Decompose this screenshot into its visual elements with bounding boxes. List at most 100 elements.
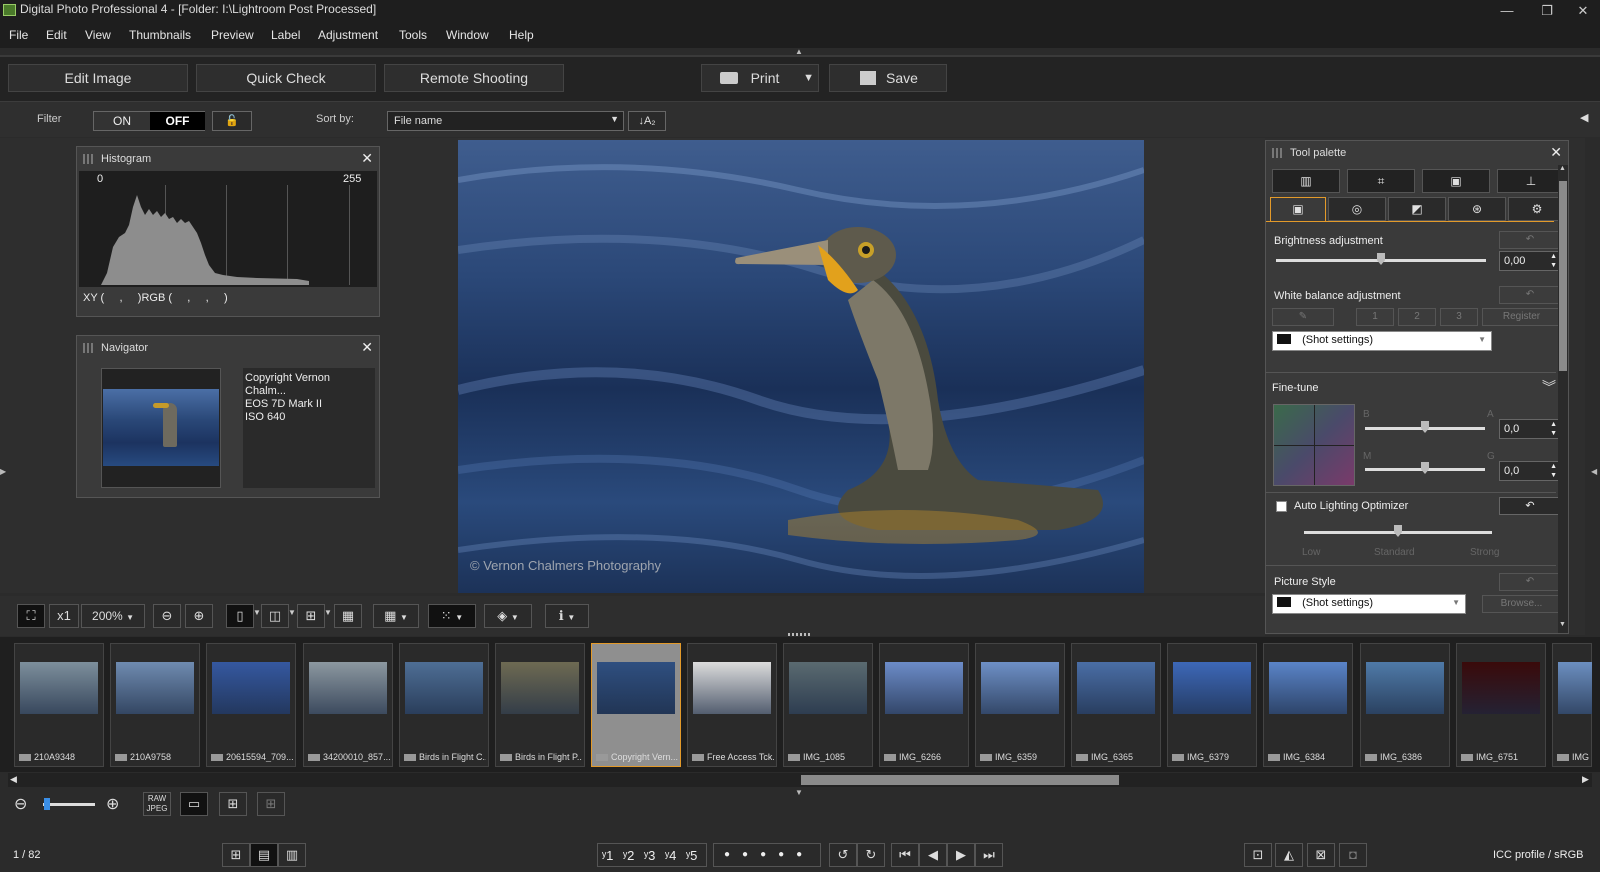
crop-icon[interactable]: ⌗: [1347, 169, 1415, 193]
menu-adjustment[interactable]: Adjustment: [318, 28, 378, 42]
alo-reset-button[interactable]: ↶: [1499, 497, 1561, 515]
spinner-icon[interactable]: ▲ ▼: [1550, 462, 1557, 480]
rotate-left-icon[interactable]: ↺: [829, 843, 857, 867]
close-icon[interactable]: ✕: [1550, 144, 1562, 161]
prev-image-icon[interactable]: ◀: [919, 843, 947, 867]
finetune-color-grid[interactable]: [1273, 404, 1355, 486]
rating-4-button[interactable]: ʸ4: [665, 848, 676, 863]
chevron-down-icon[interactable]: ▼: [803, 65, 814, 91]
collapse-bottom-icon[interactable]: ▼: [795, 788, 803, 797]
af-points-icon[interactable]: ⁙ ▼: [428, 604, 476, 628]
rating-1-button[interactable]: ʸ1: [602, 848, 613, 863]
rotate-right-icon[interactable]: ↻: [857, 843, 885, 867]
tab-color[interactable]: ⊛: [1448, 197, 1506, 221]
thumbnail-scrollbar[interactable]: ◀ ▶: [8, 773, 1592, 787]
thumbnail[interactable]: 210A9348: [14, 643, 104, 767]
wb-custom-2-button[interactable]: 2: [1398, 308, 1436, 326]
chevron-down-icon[interactable]: ▼: [253, 608, 261, 617]
menu-edit[interactable]: Edit: [46, 28, 67, 42]
picture-style-select[interactable]: (Shot settings) ▼: [1272, 594, 1466, 614]
picture-style-reset-button[interactable]: ↶: [1499, 573, 1561, 591]
thumbnail-size-knob[interactable]: [44, 798, 50, 810]
grid-overlay-icon[interactable]: ▦ ▼: [373, 604, 419, 628]
single-view-icon[interactable]: ▯: [226, 604, 254, 628]
zoom-icon[interactable]: ⊠: [1307, 843, 1335, 867]
filter-on-button[interactable]: ON: [94, 112, 150, 130]
alo-slider-knob[interactable]: [1394, 525, 1402, 537]
chevron-down-icon[interactable]: ▼: [288, 608, 296, 617]
histogram-toggle-icon[interactable]: ◭: [1275, 843, 1303, 867]
finetune-ba-field[interactable]: 0,0 ▲ ▼: [1499, 419, 1561, 439]
fit-icon[interactable]: ⊡: [1244, 843, 1272, 867]
thumbnail[interactable]: Birds in Flight C...: [399, 643, 489, 767]
scroll-down-icon[interactable]: ▼: [1559, 621, 1566, 628]
camera-icon[interactable]: ◘: [1339, 843, 1367, 867]
spinner-icon[interactable]: ▲ ▼: [1550, 420, 1557, 438]
thumbnail[interactable]: Birds in Flight P...: [495, 643, 585, 767]
finetune-ba-slider-knob[interactable]: [1421, 421, 1429, 433]
alo-checkbox[interactable]: [1276, 501, 1287, 512]
filter-off-button[interactable]: OFF: [150, 112, 205, 130]
restore-icon[interactable]: ❐: [1532, 0, 1562, 22]
menu-thumbnails[interactable]: Thumbnails: [129, 28, 191, 42]
rating-3-button[interactable]: ʸ3: [644, 848, 655, 863]
right-expand-icon[interactable]: ◀: [1591, 467, 1597, 476]
finetune-mg-slider-knob[interactable]: [1421, 462, 1429, 474]
scroll-left-icon[interactable]: ◀: [10, 774, 17, 785]
stamp-icon[interactable]: ▣: [1422, 169, 1490, 193]
thumbnail-size-slider[interactable]: [43, 803, 95, 806]
save-button[interactable]: Save: [829, 64, 947, 92]
zoom-level-select[interactable]: 200% ▼: [81, 604, 145, 628]
info-icon[interactable]: ℹ ▼: [545, 604, 589, 628]
print-button[interactable]: Print ▼: [701, 64, 819, 92]
menu-preview[interactable]: Preview: [211, 28, 254, 42]
grid-small-view-icon[interactable]: ⊞: [257, 792, 285, 816]
thumbnail[interactable]: 34200010_857...: [303, 643, 393, 767]
grip-icon[interactable]: [83, 154, 93, 164]
thumbnail[interactable]: IMG: [1552, 643, 1592, 767]
chevron-down-icon[interactable]: ▼: [324, 608, 332, 617]
compare-view-icon[interactable]: ◫: [261, 604, 289, 628]
zoom-out-icon[interactable]: ⊖: [153, 604, 181, 628]
thumbnail[interactable]: IMG_6379: [1167, 643, 1257, 767]
close-icon[interactable]: ✕: [1568, 0, 1598, 22]
thumbnail[interactable]: 210A9758: [110, 643, 200, 767]
thumb-size-minus-icon[interactable]: ⊖: [14, 794, 27, 814]
label-dots[interactable]: ●●●●●: [713, 843, 821, 867]
thumbnail[interactable]: IMG_6359: [975, 643, 1065, 767]
fit-screen-icon[interactable]: ⛶: [17, 604, 45, 628]
navigator-preview[interactable]: [101, 368, 221, 488]
menu-tools[interactable]: Tools: [399, 28, 427, 42]
thumbnail[interactable]: IMG_1085: [783, 643, 873, 767]
resize-handle[interactable]: [788, 633, 812, 636]
thumbnail[interactable]: 20615594_709...: [206, 643, 296, 767]
quick-check-button[interactable]: Quick Check: [196, 64, 376, 92]
menu-help[interactable]: Help: [509, 28, 534, 42]
raw-jpeg-button[interactable]: RAW JPEG: [143, 792, 171, 816]
zoom-mode-button[interactable]: x1: [49, 604, 79, 628]
menu-file[interactable]: File: [9, 28, 28, 42]
thumbnail[interactable]: Free Access Tck...: [687, 643, 777, 767]
tab-basic-adjust[interactable]: ▣: [1270, 197, 1326, 221]
edit-image-button[interactable]: Edit Image: [8, 64, 188, 92]
grid-view-icon[interactable]: ⊞: [219, 792, 247, 816]
grip-icon[interactable]: [83, 343, 93, 353]
scroll-right-icon[interactable]: ▶: [1582, 774, 1589, 785]
finetune-mg-field[interactable]: 0,0 ▲ ▼: [1499, 461, 1561, 481]
collapse-icon[interactable]: ︾: [1542, 377, 1556, 397]
picture-style-browse-button[interactable]: Browse...: [1482, 595, 1561, 613]
next-image-icon[interactable]: ▶: [947, 843, 975, 867]
scrollbar-thumb[interactable]: [801, 775, 1119, 785]
thumbnail[interactable]: Copyright Vern...: [591, 643, 681, 767]
brightness-value-field[interactable]: 0,00 ▲ ▼: [1499, 251, 1561, 271]
menu-view[interactable]: View: [85, 28, 111, 42]
tab-lens[interactable]: ◎: [1328, 197, 1386, 221]
thumbnail[interactable]: IMG_6365: [1071, 643, 1161, 767]
wb-custom-3-button[interactable]: 3: [1440, 308, 1478, 326]
layout-filmstrip-icon[interactable]: ▤: [250, 843, 278, 867]
layout-grid-icon[interactable]: ⊞: [222, 843, 250, 867]
thumbnail[interactable]: IMG_6386: [1360, 643, 1450, 767]
collapse-right-icon[interactable]: ◀: [1580, 111, 1588, 124]
brightness-reset-button[interactable]: ↶: [1499, 231, 1561, 249]
menu-window[interactable]: Window: [446, 28, 489, 42]
